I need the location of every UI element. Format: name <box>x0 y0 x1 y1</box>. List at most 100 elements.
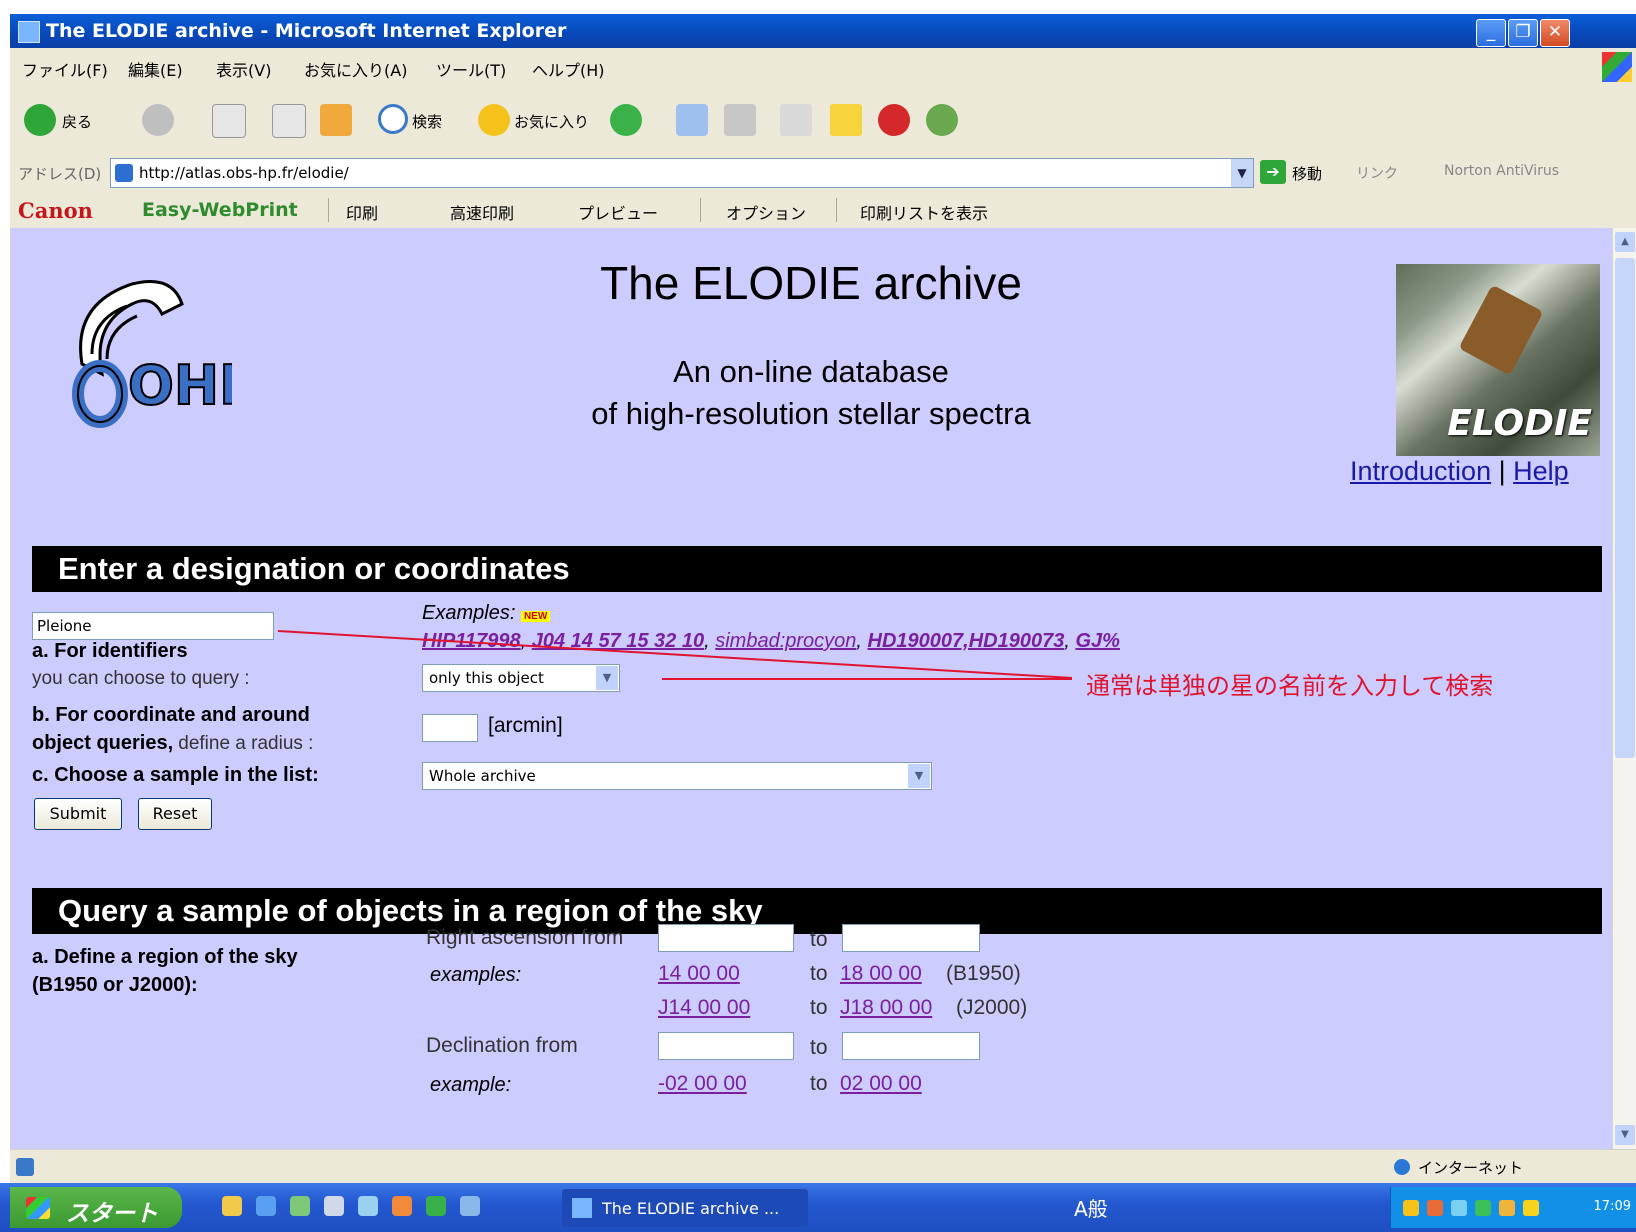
internet-zone-label: インターネット <box>1418 1159 1524 1177</box>
ie-icon <box>18 21 40 43</box>
preview-button[interactable]: プレビュー <box>578 200 658 224</box>
ra-example-b1950-to[interactable]: 18 00 00 <box>840 962 922 986</box>
status-bar: インターネット <box>10 1149 1636 1184</box>
ime-indicator[interactable]: A般 <box>1074 1193 1108 1222</box>
vertical-scrollbar[interactable]: ▲ ▼ <box>1612 228 1636 1149</box>
page-content: OHP The ELODIE archive An on-line databa… <box>10 228 1612 1149</box>
dec-example-from[interactable]: -02 00 00 <box>658 1072 747 1096</box>
history-icon[interactable] <box>610 104 642 136</box>
print-list-button[interactable]: 印刷リストを表示 <box>860 200 988 224</box>
page-icon <box>115 164 133 182</box>
back-arrow-icon[interactable] <box>24 104 56 136</box>
dec-to-label: to <box>810 1036 828 1059</box>
norton-button[interactable]: Norton AntiVirus <box>1444 163 1559 179</box>
ra-examples-label: examples: <box>430 964 522 986</box>
menu-help[interactable]: ヘルプ(H) <box>532 57 605 81</box>
ra-to-input[interactable] <box>842 924 980 952</box>
quicklaunch-app-icon[interactable] <box>392 1196 412 1216</box>
canon-toolbar: Canon Easy-WebPrint 印刷 高速印刷 プレビュー オプション … <box>10 192 1636 229</box>
dec-example-to[interactable]: 02 00 00 <box>840 1072 922 1096</box>
quicklaunch-messenger-icon[interactable] <box>290 1196 310 1216</box>
dec-example-to-label: to <box>810 1072 828 1095</box>
ra-example-to-label: to <box>810 996 828 1019</box>
ra-to-label: to <box>810 928 828 951</box>
dec-from-input[interactable] <box>658 1032 794 1060</box>
home-icon[interactable] <box>320 104 352 136</box>
menu-view[interactable]: 表示(V) <box>216 57 271 81</box>
options-button[interactable]: オプション <box>726 200 806 224</box>
print-button[interactable]: 印刷 <box>346 200 378 224</box>
scroll-down-icon[interactable]: ▼ <box>1615 1125 1635 1145</box>
address-dropdown-icon[interactable]: ▼ <box>1231 159 1253 187</box>
stop-icon[interactable] <box>212 104 246 138</box>
refresh-icon[interactable] <box>272 104 306 138</box>
scroll-thumb[interactable] <box>1615 258 1635 758</box>
address-bar: アドレス(D) http://atlas.obs-hp.fr/elodie/ ▼… <box>10 154 1636 193</box>
ra-example-j2000-from[interactable]: J14 00 00 <box>658 996 750 1020</box>
dec-to-input[interactable] <box>842 1032 980 1060</box>
minimize-button[interactable]: _ <box>1476 19 1506 47</box>
windows-flag-icon <box>1602 52 1632 82</box>
close-button[interactable]: ✕ <box>1540 19 1570 47</box>
favorites-label[interactable]: お気に入り <box>514 111 589 132</box>
tray-icon[interactable] <box>1523 1200 1539 1216</box>
tray-icon[interactable] <box>1427 1200 1443 1216</box>
menu-tools[interactable]: ツール(T) <box>436 57 506 81</box>
quicklaunch-app2-icon[interactable] <box>426 1196 446 1216</box>
ra-example-b1950-from[interactable]: 14 00 00 <box>658 962 740 986</box>
go-arrow-icon[interactable]: ➔ <box>1260 160 1286 184</box>
quicklaunch-folder-icon[interactable] <box>222 1196 242 1216</box>
back-label[interactable]: 戻る <box>62 111 92 132</box>
region-label-line2: (B1950 or J2000): <box>32 974 198 996</box>
dec-from-label: Declination from <box>426 1034 578 1057</box>
address-input[interactable]: http://atlas.obs-hp.fr/elodie/ ▼ <box>110 158 1254 188</box>
mail-icon[interactable] <box>676 104 708 136</box>
go-button[interactable]: 移動 <box>1292 163 1322 184</box>
notes-icon[interactable] <box>830 104 862 136</box>
quicklaunch-app3-icon[interactable] <box>460 1196 480 1216</box>
scroll-up-icon[interactable]: ▲ <box>1615 232 1635 252</box>
region-label-line1: a. Define a region of the sky <box>32 946 298 968</box>
quicklaunch-media-icon[interactable] <box>358 1196 378 1216</box>
start-button[interactable]: スタート <box>10 1187 182 1228</box>
taskbar-item-browser[interactable]: The ELODIE archive ... <box>562 1189 808 1227</box>
print-icon[interactable] <box>724 104 756 136</box>
messenger-icon[interactable] <box>926 104 958 136</box>
search-label[interactable]: 検索 <box>412 111 442 132</box>
annotation-line-input <box>277 630 1073 679</box>
search-icon[interactable] <box>378 104 408 134</box>
easy-webprint-menu[interactable]: Easy-WebPrint <box>142 199 298 221</box>
address-url[interactable]: http://atlas.obs-hp.fr/elodie/ <box>139 164 349 182</box>
forward-arrow-icon[interactable] <box>142 104 174 136</box>
taskbar: スタート The ELODIE archive ... A般 17:09 <box>0 1183 1636 1232</box>
page-status-icon <box>16 1158 34 1176</box>
quicklaunch-ie-icon[interactable] <box>256 1196 276 1216</box>
menu-bar: ファイル(F) 編集(E) 表示(V) お気に入り(A) ツール(T) ヘルプ(… <box>10 48 1636 87</box>
menu-favorites[interactable]: お気に入り(A) <box>304 57 407 81</box>
system-tray: 17:09 <box>1390 1187 1636 1228</box>
maximize-button[interactable]: ❐ <box>1508 19 1538 47</box>
menu-edit[interactable]: 編集(E) <box>128 57 183 81</box>
fast-print-button[interactable]: 高速印刷 <box>450 200 514 224</box>
tray-icon[interactable] <box>1475 1200 1491 1216</box>
edit-icon[interactable] <box>780 104 812 136</box>
ra-from-label: Right ascension from <box>426 926 624 949</box>
ie-icon <box>572 1198 592 1218</box>
toolbar: 戻る 検索 お気に入り <box>10 86 1636 155</box>
power-icon[interactable] <box>878 104 910 136</box>
favorites-star-icon[interactable] <box>478 104 510 136</box>
tray-icon[interactable] <box>1403 1200 1419 1216</box>
quicklaunch-mail-icon[interactable] <box>324 1196 344 1216</box>
dec-example-label: example: <box>430 1074 512 1096</box>
j2000-tag: (J2000) <box>956 996 1028 1019</box>
ra-example-j2000-to[interactable]: J18 00 00 <box>840 996 932 1020</box>
ra-example-to-label: to <box>810 962 828 985</box>
address-label: アドレス(D) <box>18 165 102 183</box>
menu-file[interactable]: ファイル(F) <box>22 57 108 81</box>
window-title: The ELODIE archive - Microsoft Internet … <box>46 20 567 42</box>
tray-icon[interactable] <box>1451 1200 1467 1216</box>
ra-from-input[interactable] <box>658 924 794 952</box>
tray-icon[interactable] <box>1499 1200 1515 1216</box>
links-button[interactable]: リンク <box>1356 163 1398 183</box>
windows-flag-icon <box>26 1197 50 1219</box>
